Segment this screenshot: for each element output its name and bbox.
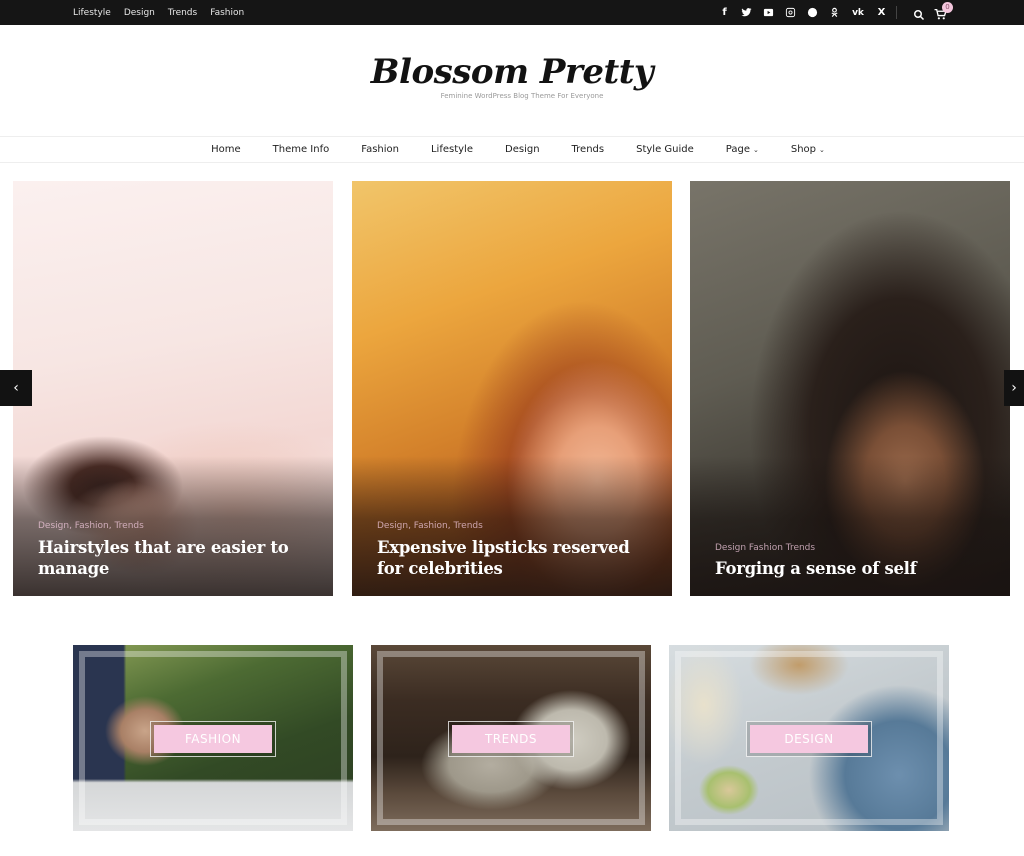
nav-item-label: Trends bbox=[571, 144, 605, 155]
category-label-box: DESIGN bbox=[746, 721, 872, 757]
nav-item-design[interactable]: Design bbox=[489, 144, 556, 155]
site-title[interactable]: Blossom Pretty bbox=[0, 52, 1024, 92]
slider-post[interactable]: Design Fashion Trends Forging a sense of… bbox=[690, 181, 1010, 596]
xing-icon[interactable]: X bbox=[875, 6, 888, 19]
nav-item-label: Home bbox=[211, 144, 241, 155]
chevron-right-icon: › bbox=[1011, 380, 1017, 396]
facebook-icon[interactable]: f bbox=[718, 6, 731, 19]
search-icon[interactable] bbox=[913, 6, 926, 21]
vk-icon[interactable]: vk bbox=[850, 6, 866, 19]
youtube-icon[interactable] bbox=[762, 6, 775, 19]
category-tile-design[interactable]: DESIGN bbox=[669, 645, 949, 831]
category-tile-fashion[interactable]: FASHION bbox=[73, 645, 353, 831]
nav-item-lifestyle[interactable]: Lifestyle bbox=[415, 144, 489, 155]
nav-item-label: Lifestyle bbox=[430, 144, 473, 155]
top-nav-design[interactable]: Design bbox=[124, 8, 155, 18]
nav-item-home[interactable]: Home bbox=[195, 144, 257, 155]
site-branding: Blossom Pretty Feminine WordPress Blog T… bbox=[0, 52, 1024, 100]
post-categories[interactable]: Design, Fashion, Trends bbox=[377, 521, 483, 531]
category-label-box: FASHION bbox=[150, 721, 276, 757]
slider-post[interactable]: Design, Fashion, Trends Expensive lipsti… bbox=[352, 181, 672, 596]
post-title[interactable]: Forging a sense of self bbox=[715, 558, 970, 579]
top-nav-trends[interactable]: Trends bbox=[168, 8, 197, 18]
nav-item-shop[interactable]: Shop ⌄ bbox=[775, 144, 841, 155]
top-bar: Lifestyle Design Trends Fashion f vk X 0 bbox=[0, 0, 1024, 25]
post-categories[interactable]: Design Fashion Trends bbox=[715, 543, 815, 553]
site-tagline: Feminine WordPress Blog Theme For Everyo… bbox=[440, 92, 604, 100]
category-label[interactable]: DESIGN bbox=[750, 725, 868, 753]
nav-item-label: Theme Info bbox=[272, 144, 330, 155]
nav-item-fashion[interactable]: Fashion bbox=[345, 144, 415, 155]
post-title[interactable]: Expensive lipsticks reserved for celebri… bbox=[377, 537, 632, 579]
slider-post[interactable]: Design, Fashion, Trends Hairstyles that … bbox=[13, 181, 333, 596]
dribbble-icon[interactable] bbox=[806, 6, 819, 19]
twitter-icon[interactable] bbox=[740, 6, 753, 19]
nav-item-label: Shop bbox=[790, 144, 817, 155]
top-nav-fashion[interactable]: Fashion bbox=[210, 8, 244, 18]
chevron-down-icon: ⌄ bbox=[819, 145, 825, 154]
slider-prev-button[interactable]: ‹ bbox=[0, 370, 32, 406]
nav-item-label: Page bbox=[725, 144, 750, 155]
category-label[interactable]: FASHION bbox=[154, 725, 272, 753]
top-nav-lifestyle[interactable]: Lifestyle bbox=[73, 8, 111, 18]
instagram-icon[interactable] bbox=[784, 6, 797, 19]
cart-count-badge: 0 bbox=[942, 2, 953, 13]
nav-item-label: Design bbox=[505, 144, 540, 155]
chevron-down-icon: ⌄ bbox=[753, 145, 759, 154]
nav-item-style-guide[interactable]: Style Guide bbox=[620, 144, 710, 155]
nav-item-label: Fashion bbox=[361, 144, 399, 155]
nav-item-theme-info[interactable]: Theme Info bbox=[257, 144, 346, 155]
main-nav: Home Theme Info Fashion Lifestyle Design… bbox=[0, 136, 1024, 163]
odnoklassniki-icon[interactable] bbox=[828, 6, 841, 19]
slider-next-button[interactable]: › bbox=[1004, 370, 1024, 406]
nav-item-trends[interactable]: Trends bbox=[556, 144, 621, 155]
nav-item-label: Style Guide bbox=[636, 144, 694, 155]
top-bar-divider bbox=[896, 6, 897, 19]
social-links: f vk X bbox=[718, 0, 888, 25]
post-title[interactable]: Hairstyles that are easier to manage bbox=[38, 537, 293, 579]
nav-item-page[interactable]: Page ⌄ bbox=[710, 144, 775, 155]
category-tile-trends[interactable]: TRENDS bbox=[371, 645, 651, 831]
category-label[interactable]: TRENDS bbox=[452, 725, 570, 753]
top-nav: Lifestyle Design Trends Fashion bbox=[73, 0, 244, 25]
category-label-box: TRENDS bbox=[448, 721, 574, 757]
chevron-left-icon: ‹ bbox=[13, 380, 19, 396]
post-categories[interactable]: Design, Fashion, Trends bbox=[38, 521, 144, 531]
